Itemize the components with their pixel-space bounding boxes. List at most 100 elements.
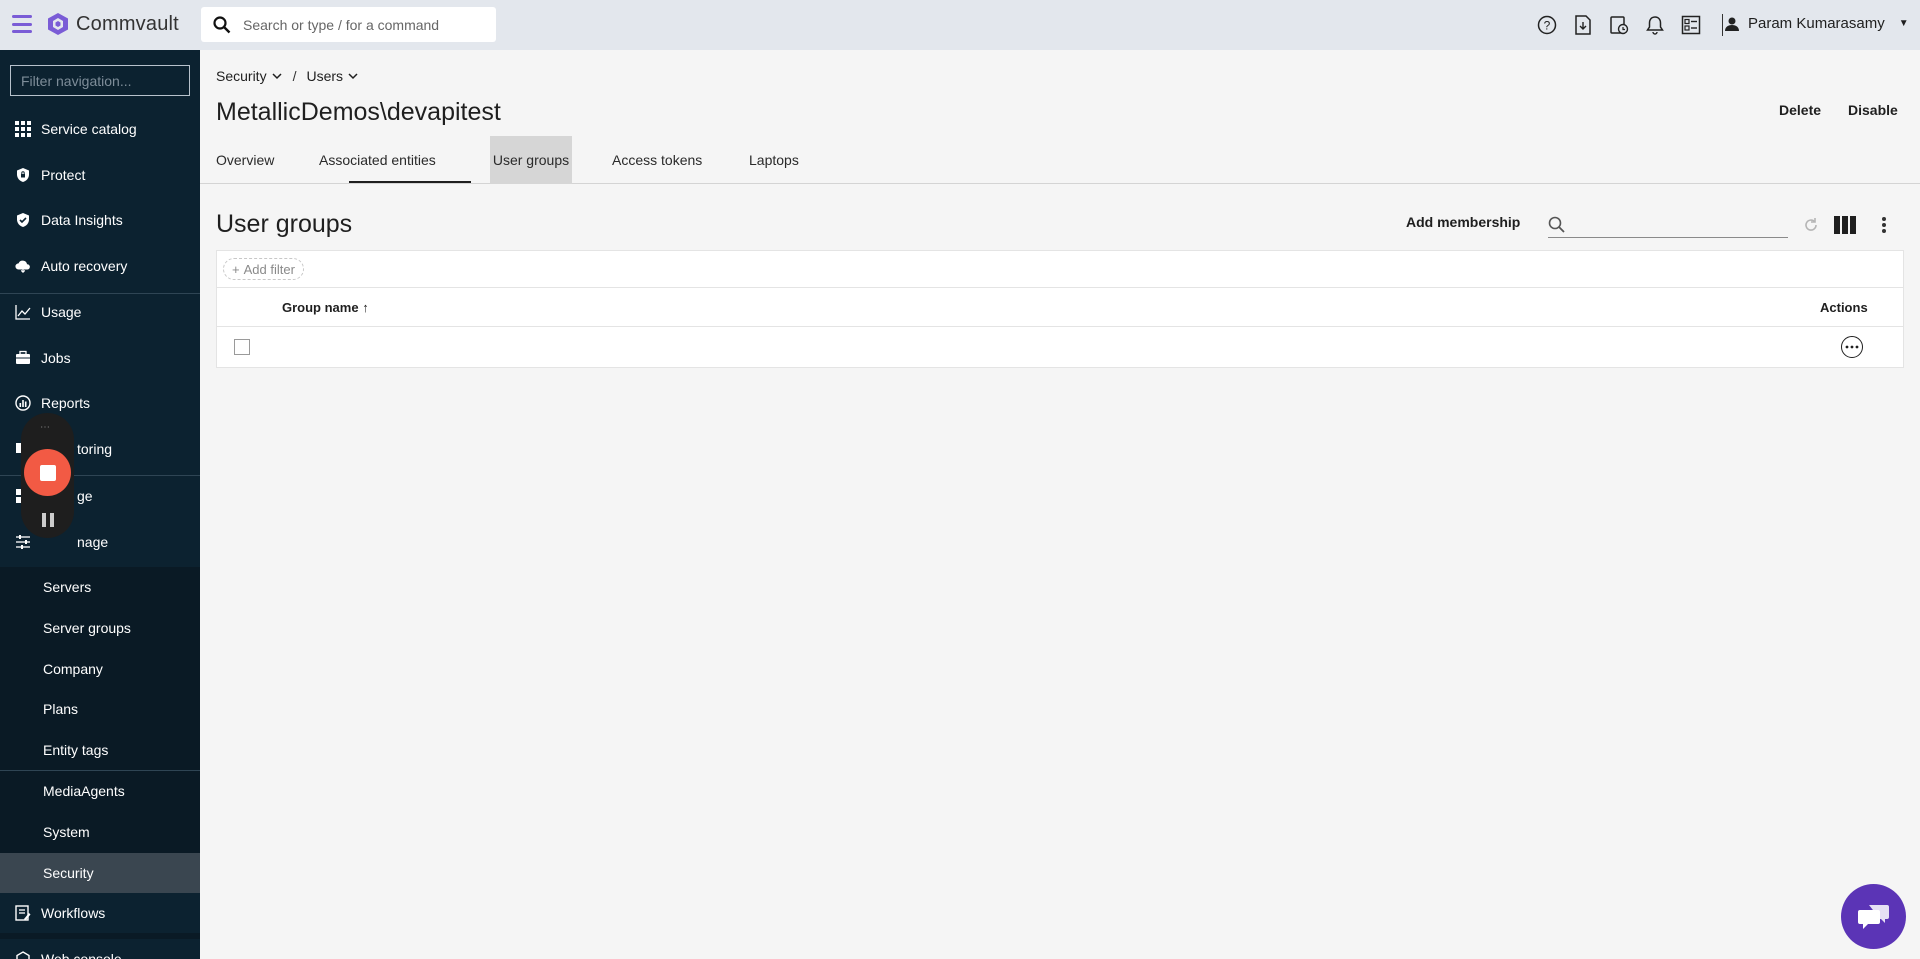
tab-bar: Overview Associated entities User groups… <box>200 136 1920 184</box>
download-file-icon[interactable] <box>1572 14 1594 36</box>
command-search-input[interactable] <box>243 16 483 33</box>
briefcase-icon <box>15 350 31 366</box>
top-icons: ? <box>1536 14 1729 36</box>
breadcrumb-users[interactable]: Users <box>306 68 359 84</box>
add-membership-button[interactable]: Add membership <box>1406 214 1520 230</box>
sidebar-subitem-label: System <box>43 824 90 840</box>
top-bar: Commvault ? Param Kumarasamy ▼ <box>0 0 1920 50</box>
svg-text:?: ? <box>1544 19 1551 33</box>
sidebar-item-label: nage <box>77 534 109 550</box>
row-checkbox[interactable] <box>234 339 250 355</box>
table-row <box>217 327 1903 368</box>
sidebar-item-label: Jobs <box>41 350 71 366</box>
stop-icon <box>39 464 56 481</box>
sidebar-item-label: Web console <box>41 951 122 959</box>
sidebar-subitem-servers[interactable]: Servers <box>0 567 200 607</box>
sidebar-subitem-label: MediaAgents <box>43 783 125 799</box>
sidebar-subitem-label: Plans <box>43 701 79 717</box>
breadcrumb-label: Security <box>216 68 267 84</box>
user-menu[interactable]: Param Kumarasamy ▼ <box>1724 15 1909 32</box>
sidebar-item-web-console[interactable]: Web console <box>0 939 200 959</box>
sidebar-item-label: Workflows <box>41 905 106 921</box>
sidebar-subitem-label: Security <box>43 865 94 881</box>
sidebar-subitem-server-groups[interactable]: Server groups <box>0 608 200 648</box>
tab-label: Laptops <box>749 152 799 168</box>
tab-access-tokens[interactable]: Access tokens <box>612 136 702 184</box>
add-filter-label: Add filter <box>243 261 295 277</box>
sidebar-subitem-label: Company <box>43 661 103 677</box>
tab-label: User groups <box>492 152 570 168</box>
delete-button[interactable]: Delete <box>1779 102 1821 118</box>
sidebar-item-service-catalog[interactable]: Service catalog <box>0 109 200 149</box>
commvault-logo[interactable]: Commvault <box>46 12 179 36</box>
sidebar-item-usage[interactable]: Usage <box>0 292 200 332</box>
grid-search-input[interactable] <box>1574 216 1784 233</box>
filter-row: + Add filter <box>217 251 1903 288</box>
add-filter-button[interactable]: + Add filter <box>223 258 304 280</box>
column-header-group-name[interactable]: Group name ↑ <box>282 300 369 315</box>
sidebar-item-label: Usage <box>41 304 82 320</box>
sidebar-subitem-label: Entity tags <box>43 742 109 758</box>
sidebar-subitem-mediaagents[interactable]: MediaAgents <box>0 771 200 811</box>
breadcrumb-label: Users <box>306 68 344 84</box>
sidebar-item-reports[interactable]: Reports <box>0 383 200 423</box>
sidebar-subitem-system[interactable]: System <box>0 812 200 852</box>
sidebar-item-auto-recovery[interactable]: Auto recovery <box>0 246 200 286</box>
caret-down-icon: ▼ <box>1898 18 1909 29</box>
filter-navigation-input[interactable] <box>10 65 190 96</box>
disable-button[interactable]: Disable <box>1848 102 1898 118</box>
sidebar-subitem-security[interactable]: Security <box>0 853 200 893</box>
tab-overview[interactable]: Overview <box>216 136 274 184</box>
refresh-icon[interactable] <box>1800 214 1822 236</box>
stop-recording-button[interactable] <box>24 449 71 496</box>
table-header: Group name ↑ Actions <box>217 288 1903 327</box>
sidebar-subitem-label: Servers <box>43 579 92 595</box>
row-actions-icon[interactable] <box>1841 336 1863 358</box>
breadcrumb-security[interactable]: Security <box>216 68 283 84</box>
column-label: Group name <box>282 300 359 315</box>
sidebar-subitem-company[interactable]: Company <box>0 649 200 689</box>
help-icon[interactable]: ? <box>1536 14 1558 36</box>
tab-user-groups[interactable]: User groups <box>490 136 572 184</box>
tab-laptops[interactable]: Laptops <box>749 136 799 184</box>
sidebar-subitem-plans[interactable]: Plans <box>0 689 200 729</box>
breadcrumb-separator: / <box>292 68 297 84</box>
section-title: User groups <box>216 210 353 238</box>
sidebar-item-data-insights[interactable]: Data Insights <box>0 200 200 240</box>
sidebar-item-label: Reports <box>41 395 91 411</box>
sidebar-item-label: toring <box>77 441 113 457</box>
columns-icon[interactable] <box>1834 214 1856 236</box>
shield-lock-icon <box>15 167 31 183</box>
notifications-bell-icon[interactable] <box>1644 14 1666 36</box>
grid-search[interactable] <box>1548 212 1788 238</box>
plus-icon: + <box>232 261 240 277</box>
checklist-icon[interactable] <box>1680 14 1702 36</box>
command-search[interactable] <box>201 7 496 42</box>
more-options-icon[interactable] <box>1873 214 1895 236</box>
sidebar-item-workflows[interactable]: Workflows <box>0 893 200 933</box>
scheduled-jobs-icon[interactable] <box>1608 14 1630 36</box>
web-console-icon <box>15 951 31 959</box>
sort-ascending-icon: ↑ <box>362 300 369 315</box>
sidebar-item-label: ge <box>77 488 93 504</box>
sidebar-subitem-entity-tags[interactable]: Entity tags <box>0 730 200 770</box>
user-name: Param Kumarasamy <box>1748 15 1885 32</box>
divider <box>1722 14 1723 36</box>
workflow-icon <box>15 905 31 921</box>
chevron-down-icon <box>348 73 358 80</box>
sidebar-item-label: Service catalog <box>41 121 137 137</box>
chat-support-button[interactable] <box>1841 884 1906 949</box>
tab-label: Associated entities <box>319 152 436 168</box>
brand-name: Commvault <box>76 12 179 35</box>
pause-recording-button[interactable] <box>42 513 54 527</box>
main-content: Security / Users MetallicDemos\devapites… <box>200 50 1920 959</box>
hamburger-menu-icon[interactable] <box>12 15 32 33</box>
tab-label: Overview <box>216 152 275 168</box>
cloud-sync-icon <box>15 258 31 274</box>
drag-handle-icon[interactable]: ⋯ <box>40 422 51 433</box>
sidebar-item-jobs[interactable]: Jobs <box>0 338 200 378</box>
sidebar-item-protect[interactable]: Protect <box>0 155 200 195</box>
active-tab-indicator <box>349 181 471 183</box>
tab-associated-entities[interactable]: Associated entities <box>319 136 436 184</box>
sliders-icon <box>15 534 31 550</box>
